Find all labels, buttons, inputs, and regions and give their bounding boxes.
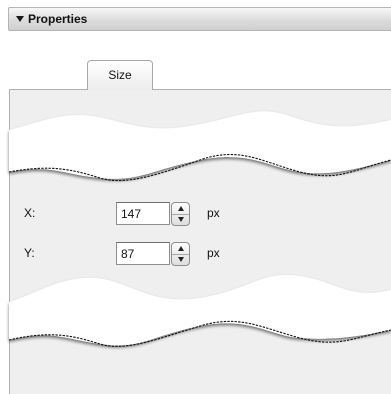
y-stepper[interactable] (116, 242, 194, 266)
y-label: Y: (24, 246, 35, 260)
arrow-down-icon (177, 217, 184, 222)
y-input[interactable] (116, 242, 170, 265)
tab-size[interactable]: Size (87, 60, 153, 90)
x-decrement-button[interactable] (172, 214, 189, 225)
x-stepper[interactable] (116, 202, 194, 226)
y-decrement-button[interactable] (172, 254, 189, 265)
arrow-up-icon (177, 246, 184, 251)
x-stepper-arrows[interactable] (171, 202, 190, 226)
disclosure-triangle-down-icon[interactable] (16, 16, 24, 22)
x-label: X: (24, 206, 36, 220)
arrow-up-icon (177, 206, 184, 211)
properties-section-header[interactable]: Properties (8, 7, 391, 31)
y-unit-label: px (207, 246, 220, 260)
section-title: Properties (28, 12, 88, 26)
y-stepper-arrows[interactable] (171, 242, 190, 266)
size-tab-panel (9, 89, 391, 394)
arrow-down-icon (177, 257, 184, 262)
x-input[interactable] (116, 202, 170, 225)
x-unit-label: px (207, 206, 220, 220)
